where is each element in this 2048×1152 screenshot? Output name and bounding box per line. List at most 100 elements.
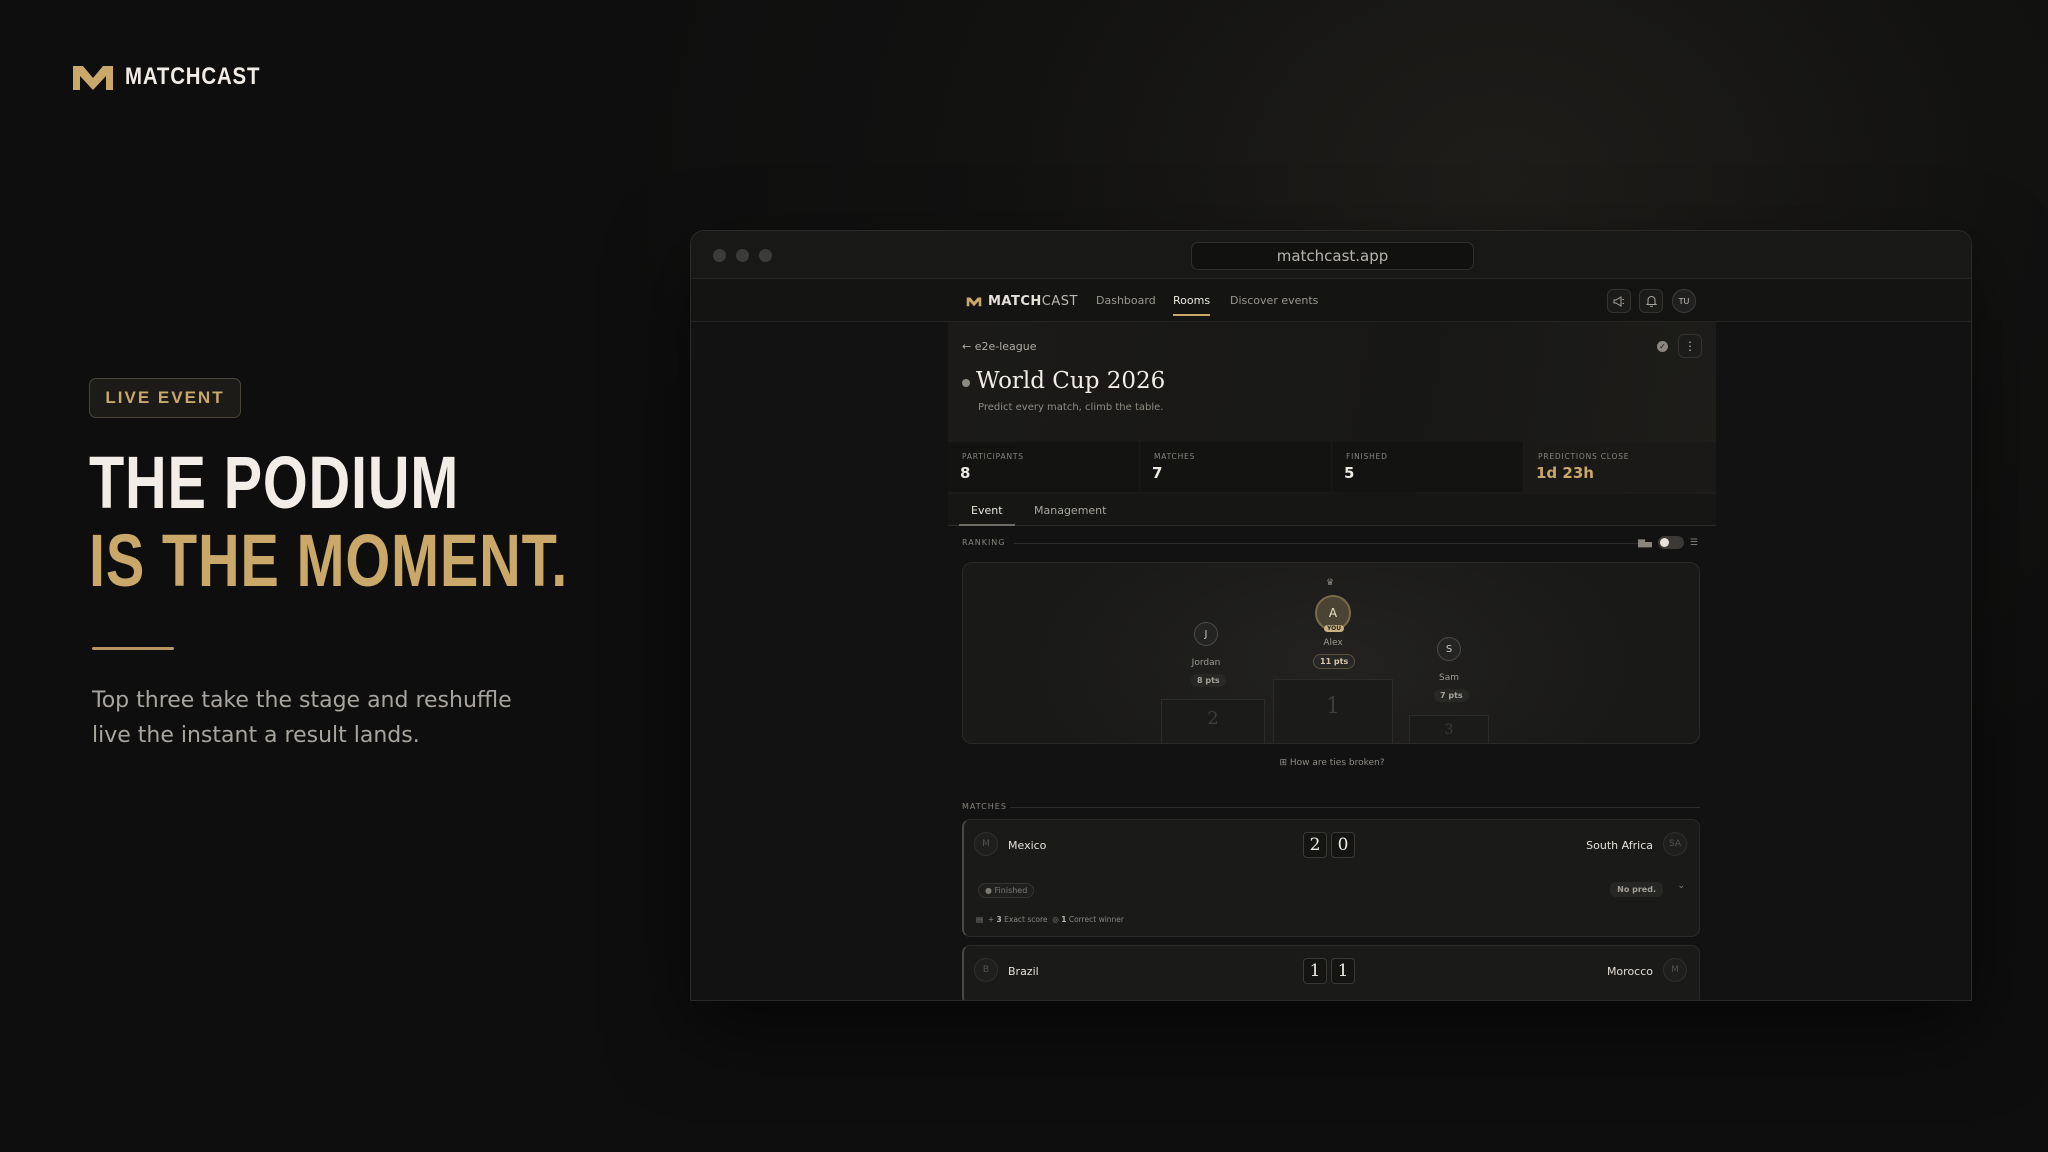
status-badge: ● Finished xyxy=(978,883,1035,898)
nav-dashboard[interactable]: Dashboard xyxy=(1096,294,1156,307)
home-team: Brazil xyxy=(1008,965,1039,978)
stat-label: FINISHED xyxy=(1346,452,1388,461)
ranking-view-toggle: ▆▄ ☰ xyxy=(1638,536,1698,549)
prediction-badge: No pred. xyxy=(1610,882,1663,897)
matchcast-logo-icon xyxy=(73,66,113,90)
stat-label: MATCHES xyxy=(1154,452,1196,461)
chevron-down-icon[interactable]: ⌄ xyxy=(1677,881,1685,891)
app-logo-bold: MATCH xyxy=(988,294,1042,309)
winner-count: 1 xyxy=(1061,915,1067,924)
view-switch[interactable] xyxy=(1657,536,1684,549)
app-viewport: MATCHCAST Dashboard Rooms Discover event… xyxy=(691,280,1971,1000)
team-badge: B xyxy=(974,958,998,982)
stat-participants: PARTICIPANTS 8 xyxy=(948,442,1140,492)
podium-block-2: 2 xyxy=(1161,699,1265,743)
ties-link[interactable]: ⊞ How are ties broken? xyxy=(948,758,1716,768)
home-score: 1 xyxy=(1303,958,1327,984)
stat-predictions-close: PREDICTIONS CLOSE 1d 23h xyxy=(1524,442,1716,492)
bell-icon[interactable] xyxy=(1639,289,1663,313)
you-badge: YOU xyxy=(1324,625,1345,632)
stat-label: PARTICIPANTS xyxy=(962,452,1024,461)
browser-window: matchcast.app MATCHCAST Dashboard Rooms … xyxy=(690,230,1972,1001)
headline-line-2: IS THE MOMENT. xyxy=(89,519,569,602)
podium-points: 11 pts xyxy=(1313,654,1356,669)
stat-value: 5 xyxy=(1344,464,1355,482)
back-link-label: e2e-league xyxy=(974,340,1037,353)
tab-management[interactable]: Management xyxy=(1034,504,1106,517)
matchcast-logo-icon xyxy=(966,297,982,307)
podium-block-1: 1 xyxy=(1273,679,1393,743)
podium-block-3: 3 xyxy=(1409,715,1489,743)
room-header-actions: ✓ ⋮ xyxy=(1657,334,1702,358)
home-team: Mexico xyxy=(1008,839,1047,852)
podium-name: Sam xyxy=(1439,673,1459,683)
exact-label: Exact score xyxy=(1004,915,1048,924)
status-label: Finished xyxy=(994,886,1028,895)
prediction-stats: ▤ + 3 Exact score ◎ 1 Correct winner xyxy=(976,915,1125,924)
room-stats: PARTICIPANTS 8 MATCHES 7 FINISHED 5 PRED… xyxy=(948,442,1716,492)
away-score: 1 xyxy=(1331,958,1355,984)
team-badge: SA xyxy=(1663,832,1687,856)
status-dot xyxy=(962,379,970,387)
stat-value: 8 xyxy=(960,464,971,482)
podium-card: J Jordan 8 pts 2 ♛ A YOU Alex 11 pts 1 S… xyxy=(962,562,1700,744)
podium-name: Alex xyxy=(1323,638,1343,648)
matches-label: MATCHES xyxy=(962,802,1007,811)
brand-name: MATCHCAST xyxy=(125,63,261,90)
nav-rooms[interactable]: Rooms xyxy=(1173,294,1211,316)
user-avatar[interactable]: TU xyxy=(1672,289,1696,313)
podium-place: 2 xyxy=(1207,708,1219,729)
verified-check-icon: ✓ xyxy=(1657,340,1668,352)
podium-place: 3 xyxy=(1444,722,1454,738)
podium-name: Jordan xyxy=(1191,658,1221,668)
stat-value: 1d 23h xyxy=(1536,464,1594,482)
stat-label: PREDICTIONS CLOSE xyxy=(1538,452,1630,461)
podium-place: 1 xyxy=(1326,694,1340,719)
away-team: South Africa xyxy=(1586,839,1653,852)
team-badge: M xyxy=(974,832,998,856)
headline: THE PODIUM IS THE MOMENT. xyxy=(89,444,568,600)
room-content: ← e2e-league ✓ ⋮ World Cup 2026 Predict … xyxy=(948,322,1716,1000)
match-card[interactable]: B Brazil 1 1 Morocco M xyxy=(962,945,1700,1000)
podium-points: 8 pts xyxy=(1191,674,1226,687)
winner-label: Correct winner xyxy=(1068,915,1125,924)
brand-logo: MATCHCAST xyxy=(71,62,284,92)
section-divider xyxy=(1014,543,1639,544)
headline-line-1: THE PODIUM xyxy=(89,441,460,524)
ties-link-label: How are ties broken? xyxy=(1289,758,1385,768)
room-header: ← e2e-league ✓ ⋮ World Cup 2026 Predict … xyxy=(948,322,1716,494)
back-link[interactable]: ← e2e-league xyxy=(962,340,1037,353)
url-bar[interactable]: matchcast.app xyxy=(1191,242,1474,270)
room-title: World Cup 2026 xyxy=(976,368,1166,394)
app-navbar: MATCHCAST Dashboard Rooms Discover event… xyxy=(691,280,1971,322)
window-minimize-dot[interactable] xyxy=(736,249,749,262)
stat-finished: FINISHED 5 xyxy=(1332,442,1524,492)
home-score: 2 xyxy=(1303,832,1327,858)
podium-view-icon[interactable]: ▆▄ xyxy=(1638,538,1652,548)
live-event-badge: LIVE EVENT xyxy=(89,378,241,418)
room-subtitle: Predict every match, climb the table. xyxy=(978,402,1164,413)
window-maximize-dot[interactable] xyxy=(759,249,772,262)
avatar: J xyxy=(1194,622,1218,646)
list-view-icon[interactable]: ☰ xyxy=(1690,538,1698,548)
team-badge: M xyxy=(1663,958,1687,982)
browser-chrome: matchcast.app xyxy=(691,231,1971,279)
accent-divider xyxy=(92,647,174,650)
app-logo-light: CAST xyxy=(1041,294,1078,309)
megaphone-icon[interactable] xyxy=(1607,289,1631,313)
exact-count: 3 xyxy=(996,915,1002,924)
stat-matches: MATCHES 7 xyxy=(1140,442,1332,492)
tab-event[interactable]: Event xyxy=(959,504,1014,526)
room-tabs: Event Management xyxy=(948,494,1716,526)
podium-points: 7 pts xyxy=(1434,689,1469,702)
tagline: Top three take the stage and reshuffle l… xyxy=(92,688,512,748)
match-card[interactable]: M Mexico 2 0 South Africa SA ● Finished … xyxy=(962,819,1700,937)
crown-icon: ♛ xyxy=(1326,578,1335,588)
nav-discover-events[interactable]: Discover events xyxy=(1230,294,1318,307)
app-logo[interactable]: MATCHCAST xyxy=(966,294,1078,309)
avatar: S xyxy=(1437,637,1461,661)
window-close-dot[interactable] xyxy=(713,249,726,262)
section-divider xyxy=(1010,807,1700,808)
stat-value: 7 xyxy=(1152,464,1163,482)
more-options-icon[interactable]: ⋮ xyxy=(1678,334,1702,358)
